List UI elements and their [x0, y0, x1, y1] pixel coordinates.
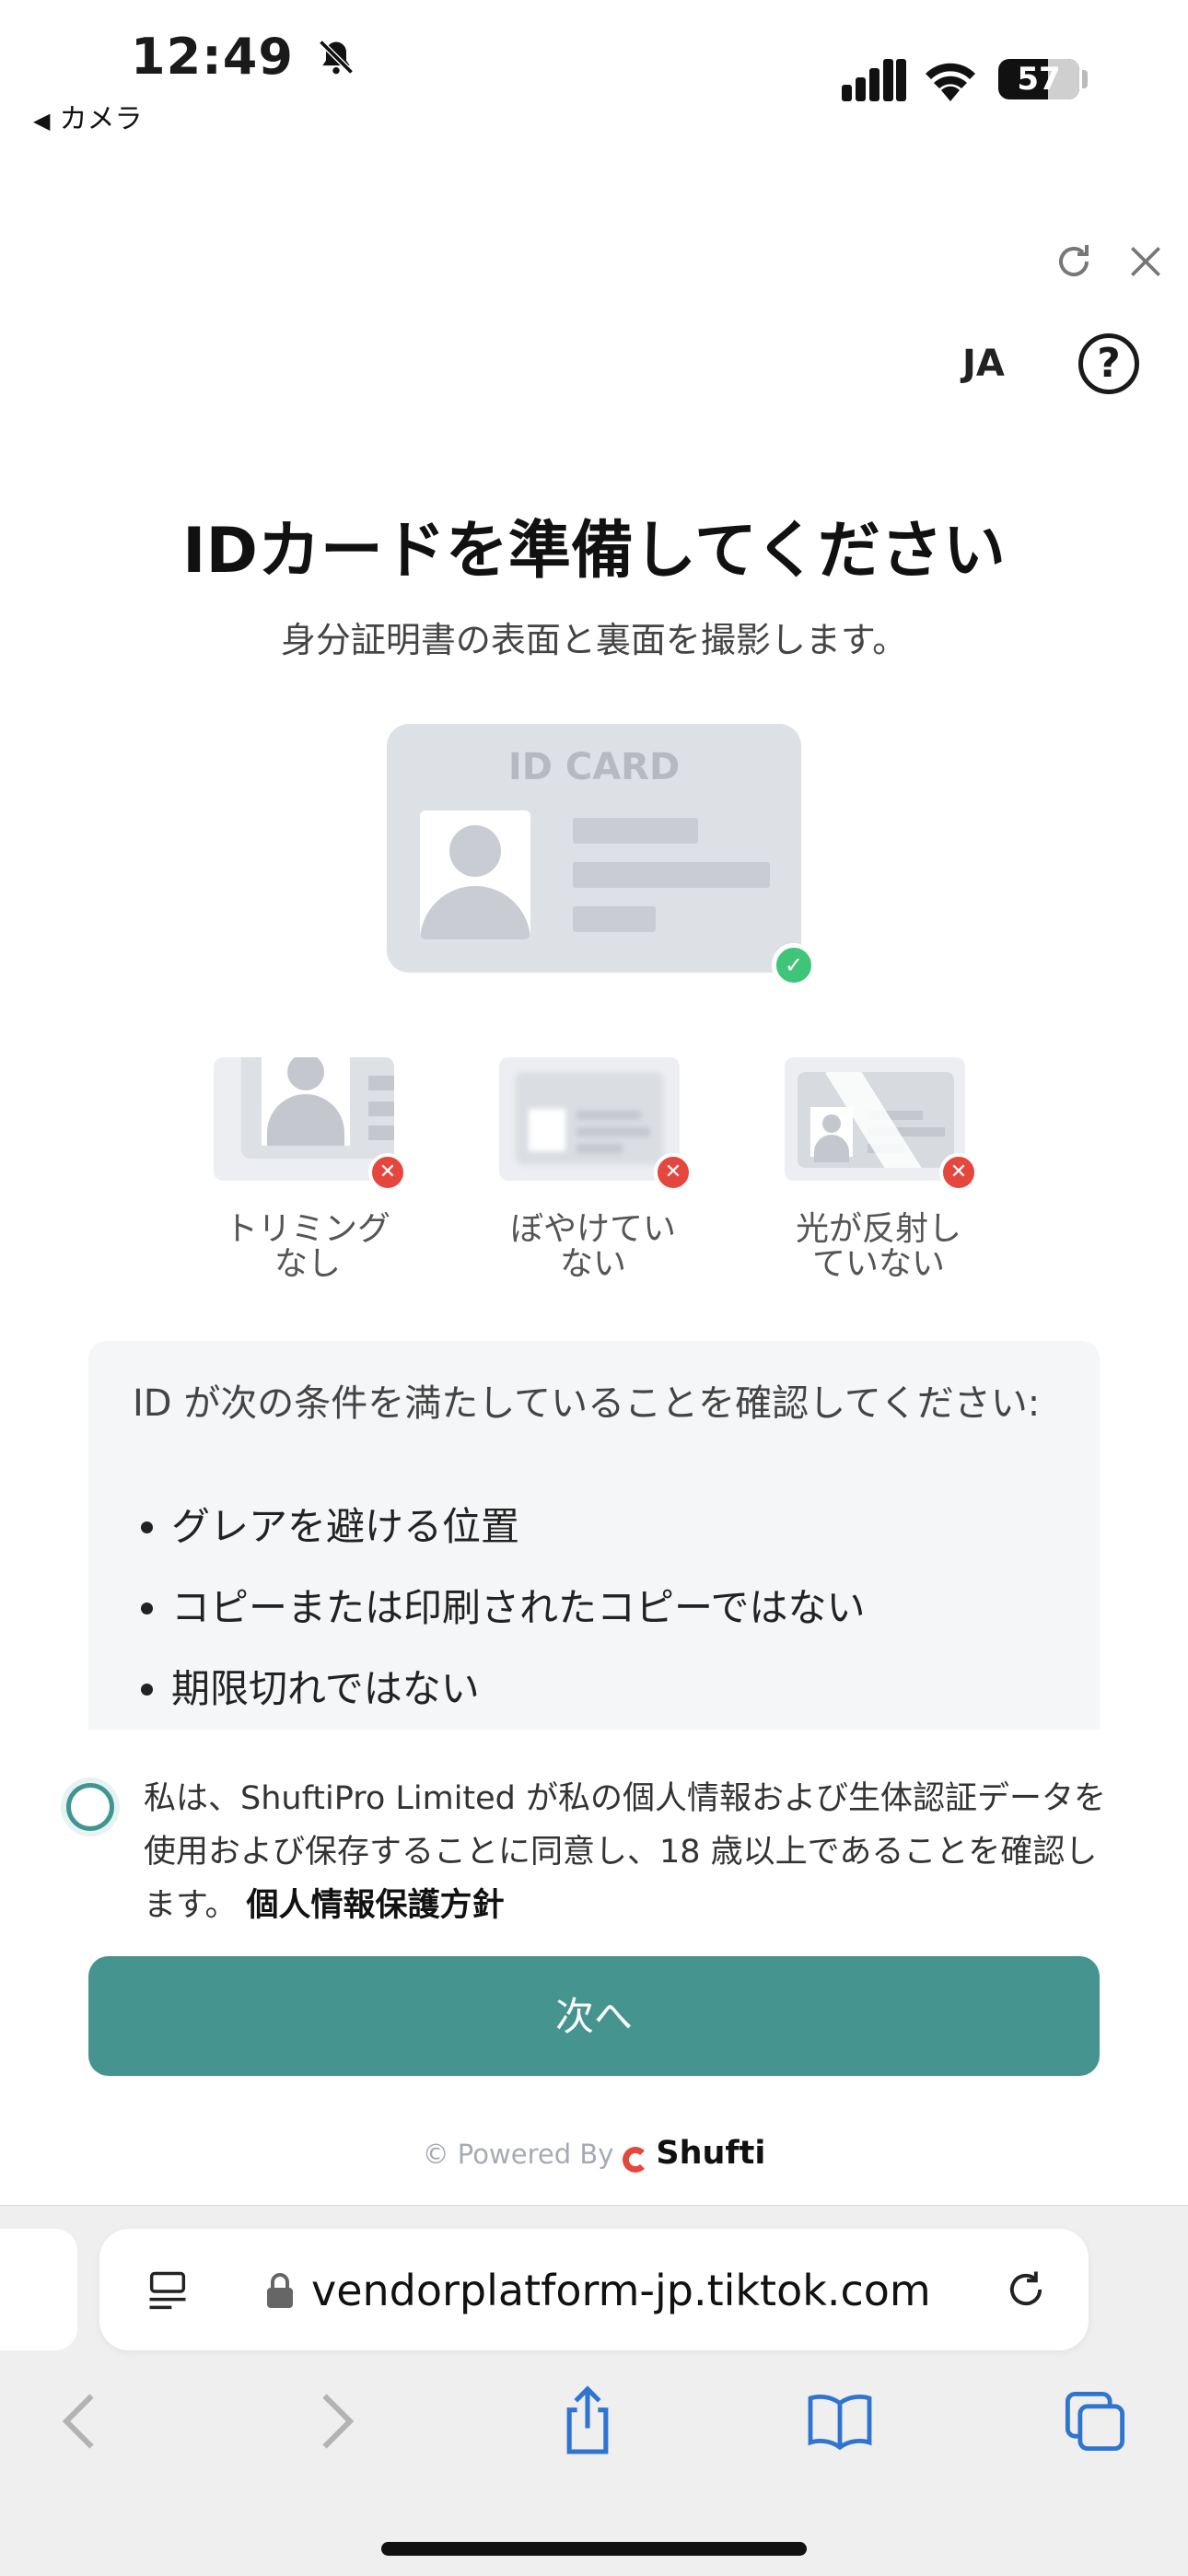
close-icon[interactable] — [1125, 241, 1166, 282]
back-arrow-icon: ◀ — [33, 108, 51, 134]
forward-icon[interactable] — [313, 2391, 359, 2452]
example-label-cropped: トリミング なし — [224, 1210, 390, 1283]
help-button[interactable]: ? — [1078, 333, 1139, 394]
previous-tab-preview[interactable] — [0, 2229, 77, 2350]
back-to-app[interactable]: ◀ カメラ — [33, 96, 142, 136]
conditions-heading: ID が次の条件を満たしていることを確認してください: — [133, 1382, 1041, 1425]
id-card-illustration: ID CARD — [387, 724, 801, 973]
share-icon[interactable] — [556, 2384, 619, 2457]
person-icon — [262, 1057, 350, 1146]
wifi-icon — [926, 63, 975, 101]
back-icon[interactable] — [57, 2391, 103, 2452]
list-item: 期限切れではない — [171, 1665, 865, 1713]
bookmarks-icon[interactable] — [805, 2391, 875, 2450]
id-line — [573, 906, 656, 932]
home-indicator — [381, 2542, 807, 2556]
privacy-policy-link[interactable]: 個人情報保護方針 — [247, 1887, 505, 1924]
id-line — [573, 818, 698, 844]
battery-cap — [1082, 70, 1088, 88]
id-photo-placeholder — [420, 810, 530, 939]
lock-icon — [267, 2273, 293, 2308]
battery-icon: 57 — [998, 59, 1079, 99]
reload-page-icon[interactable] — [1002, 2266, 1050, 2314]
cellular-signal-icon — [842, 59, 906, 101]
reader-menu-icon[interactable] — [144, 2267, 192, 2315]
conditions-list: グレアを避ける位置 コピーまたは印刷されたコピーではない 期限切れではない — [133, 1503, 865, 1730]
example-glare — [785, 1057, 965, 1181]
tabs-icon[interactable] — [1063, 2389, 1127, 2454]
conditions-box[interactable]: ID が次の条件を満たしていることを確認してください: グレアを避ける位置 コピ… — [88, 1341, 1100, 1730]
consent-radio[interactable] — [66, 1783, 114, 1831]
silent-bell-icon — [318, 40, 354, 75]
status-time: 12:49 — [131, 28, 356, 86]
shufti-logo-icon — [623, 2147, 649, 2173]
next-button[interactable]: 次へ — [88, 1956, 1100, 2076]
url-text[interactable]: vendorplatform-jp.tiktok.com — [311, 2266, 931, 2315]
example-cropped — [214, 1057, 394, 1181]
id-card-caption: ID CARD — [507, 746, 681, 788]
list-item: グレアを避ける位置 — [171, 1503, 865, 1551]
powered-by: © Powered By Shufti — [422, 2135, 766, 2173]
reload-icon[interactable] — [1052, 239, 1096, 284]
id-line — [573, 862, 770, 888]
list-item: コピーまたは印刷されたコピーではない — [171, 1584, 865, 1632]
error-x-icon: ✕ — [654, 1153, 693, 1192]
page-title: IDカードを準備してください — [182, 515, 1006, 588]
error-x-icon: ✕ — [368, 1153, 407, 1192]
example-label-glare: 光が反射し ていない — [795, 1210, 961, 1283]
example-label-blurry: ぼやけてい ない — [509, 1210, 676, 1283]
example-blurry — [499, 1057, 680, 1181]
page-subtitle: 身分証明書の表面と裏面を撮影します。 — [280, 620, 908, 660]
consent-text: 私は、ShuftiPro Limited が私の個人情報および生体認証データを使… — [144, 1780, 1107, 1924]
language-selector[interactable]: JA — [962, 343, 1005, 385]
check-icon: ✓ — [772, 943, 816, 987]
error-x-icon: ✕ — [939, 1153, 978, 1192]
